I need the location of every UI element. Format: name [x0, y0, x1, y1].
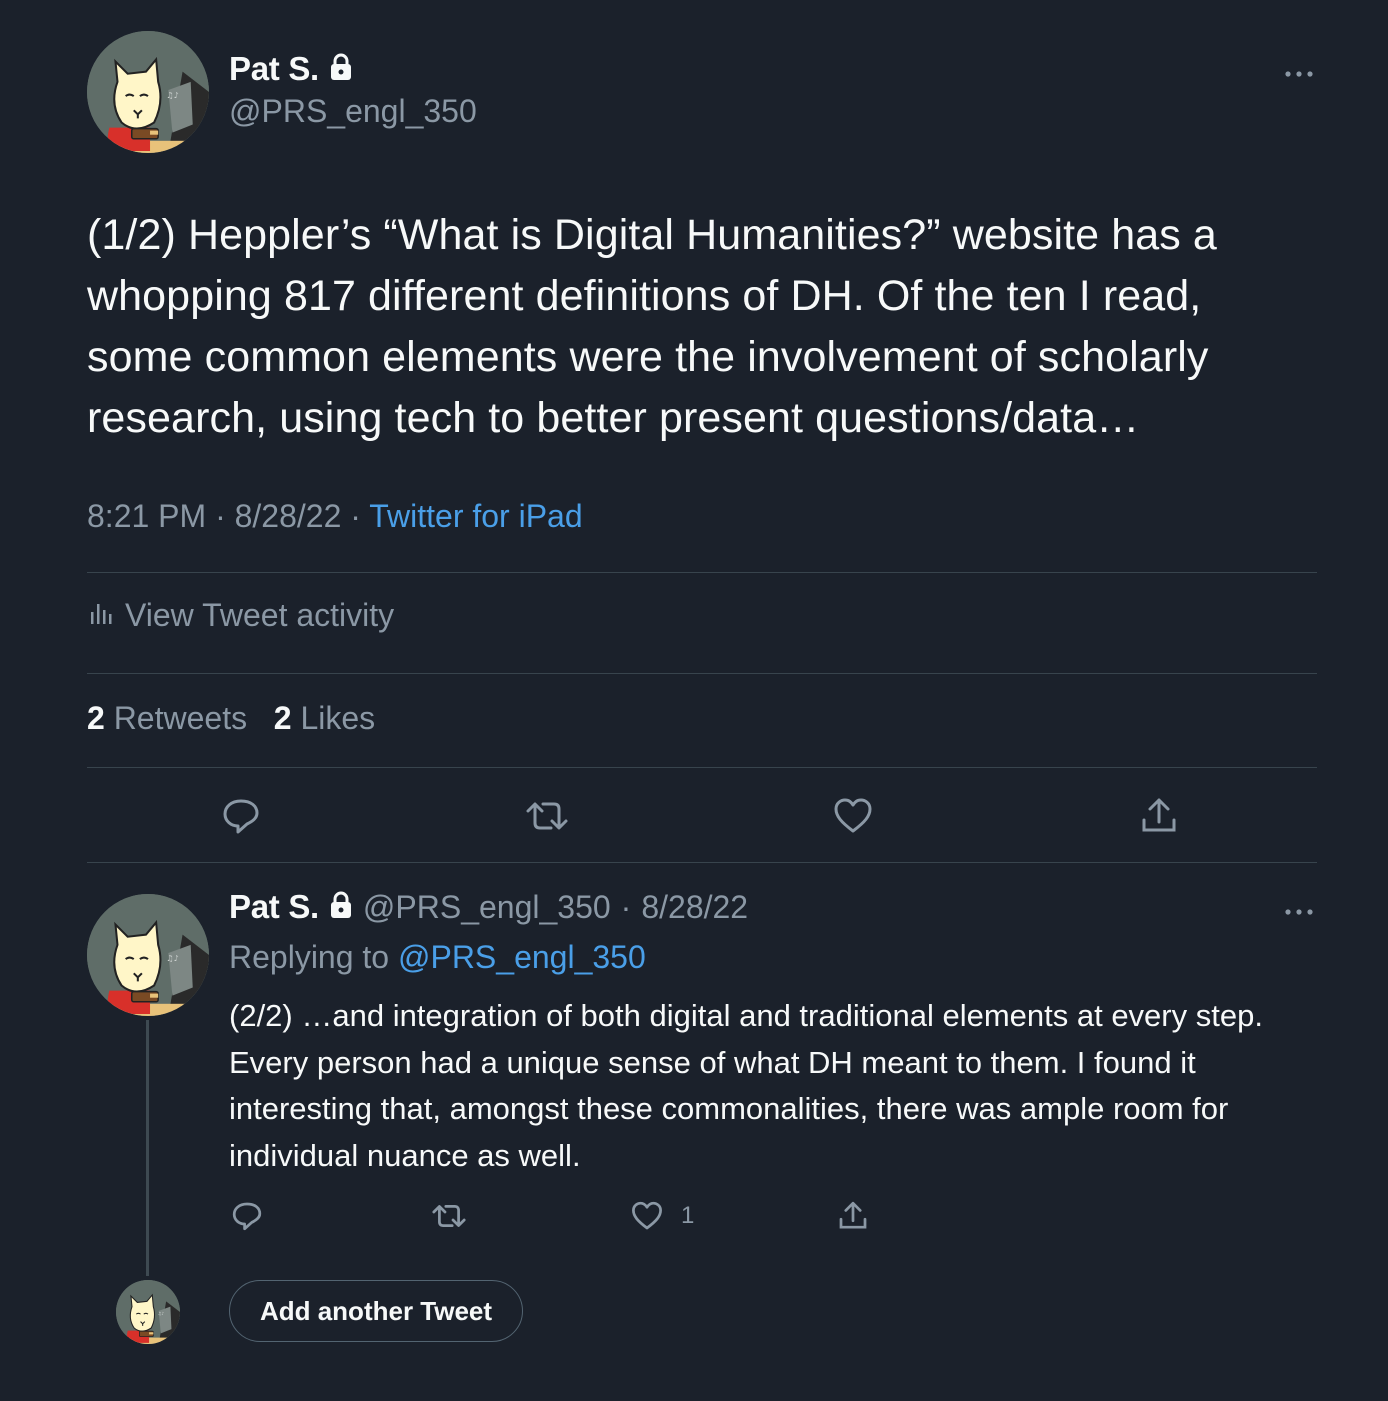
reply-author-handle[interactable]: @PRS_engl_350 — [363, 889, 611, 926]
reply-like-count: 1 — [681, 1202, 695, 1229]
retweet-button[interactable] — [521, 790, 573, 842]
tweet-source[interactable]: Twitter for iPad — [369, 498, 582, 534]
retweet-icon — [525, 796, 569, 836]
more-icon[interactable] — [1284, 66, 1314, 84]
reply-tweet-text: (2/2) …and integration of both digital a… — [229, 998, 1263, 1173]
reply-icon — [231, 1200, 263, 1232]
main-avatar[interactable] — [87, 31, 209, 153]
share-icon — [1139, 796, 1179, 836]
reply-author-row: Pat S. @PRS_engl_350 · 8/28/22 — [229, 888, 748, 926]
meta-separator: · — [350, 498, 361, 534]
likes-label: Likes — [300, 700, 376, 736]
retweet-icon — [431, 1200, 467, 1232]
heart-icon — [833, 796, 873, 836]
divider — [87, 767, 1317, 768]
likes-count: 2 — [273, 700, 292, 736]
activity-label: View Tweet activity — [125, 597, 395, 633]
share-icon — [837, 1200, 869, 1232]
view-tweet-activity-link[interactable]: View Tweet activity — [87, 597, 394, 634]
reply-like-button[interactable]: 1 — [631, 1196, 711, 1236]
thread-line — [146, 1020, 149, 1276]
reply-avatar[interactable] — [87, 894, 209, 1016]
heart-icon — [631, 1200, 663, 1232]
replying-handle-link[interactable]: @PRS_engl_350 — [398, 939, 646, 975]
tweet-date[interactable]: 8/28/22 — [235, 498, 342, 534]
share-button[interactable] — [1133, 790, 1185, 842]
lock-icon — [329, 891, 353, 924]
bar-chart-icon — [87, 597, 115, 634]
retweets-count: 2 — [87, 700, 105, 736]
add-another-tweet-button[interactable]: Add another Tweet — [229, 1280, 523, 1342]
replying-to: Replying to @PRS_engl_350 — [229, 939, 646, 976]
reply-author-name[interactable]: Pat S. — [229, 888, 319, 926]
divider — [87, 572, 1317, 573]
reply-icon — [221, 796, 261, 836]
engagement-stats: 2 Retweets 2 Likes — [87, 700, 375, 737]
more-icon[interactable] — [1284, 904, 1314, 922]
reply-button[interactable] — [215, 790, 267, 842]
likes-stat[interactable]: 2 Likes — [274, 700, 375, 736]
reply-reply-button[interactable] — [227, 1196, 267, 1236]
main-tweet-text: (1/2) Heppler’s “What is Digital Humanit… — [87, 211, 1217, 442]
meta-separator: · — [215, 498, 226, 534]
main-author-handle[interactable]: @PRS_engl_350 — [229, 93, 477, 130]
reply-separator: · — [620, 888, 632, 925]
reply-date[interactable]: 8/28/22 — [641, 889, 748, 926]
retweets-label: Retweets — [113, 700, 248, 736]
reply-share-button[interactable] — [833, 1196, 873, 1236]
main-author-row: Pat S. — [229, 50, 353, 88]
divider — [87, 862, 1317, 863]
reply-retweet-button[interactable] — [428, 1196, 470, 1236]
like-button[interactable] — [827, 790, 879, 842]
tweet-meta: 8:21 PM · 8/28/22 · Twitter for iPad — [87, 498, 583, 535]
main-author-name[interactable]: Pat S. — [229, 50, 319, 88]
replying-prefix: Replying to — [229, 939, 390, 975]
divider — [87, 673, 1317, 674]
lock-icon — [329, 53, 353, 86]
retweets-stat[interactable]: 2 Retweets — [87, 700, 247, 736]
compose-avatar — [116, 1280, 180, 1344]
tweet-time[interactable]: 8:21 PM — [87, 498, 206, 534]
